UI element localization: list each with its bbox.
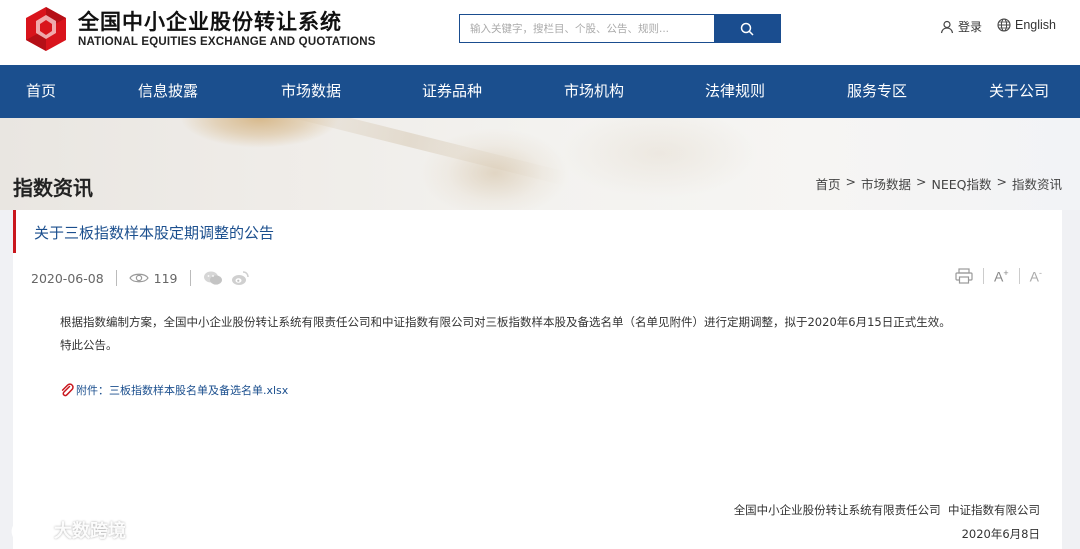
site-logo[interactable]: 全国中小企业股份转让系统 NATIONAL EQUITIES EXCHANGE … xyxy=(22,5,376,53)
meta-divider xyxy=(189,270,191,286)
watermark: 大数跨境 xyxy=(10,517,126,543)
breadcrumb-separator: > xyxy=(996,174,1007,189)
font-decrease-button[interactable]: A- xyxy=(1030,268,1042,285)
watermark-logo-icon xyxy=(11,521,43,538)
nav-item-securities[interactable]: 证券品种 xyxy=(422,65,482,118)
article-paragraph: 特此公告。 xyxy=(60,338,118,352)
site-header: 全国中小企业股份转让系统 NATIONAL EQUITIES EXCHANGE … xyxy=(0,0,1080,65)
meta-divider xyxy=(115,270,117,286)
logo-chinese-name: 全国中小企业股份转让系统 xyxy=(78,10,342,34)
nav-item-about[interactable]: 关于公司 xyxy=(989,65,1049,118)
font-decrease-label: A xyxy=(1029,268,1039,285)
search-icon xyxy=(740,22,754,36)
signature-date: 2020年6月8日 xyxy=(961,527,1040,541)
page-banner: 指数资讯 首页 > 市场数据 > NEEQ指数 > 指数资讯 xyxy=(0,118,1080,210)
article-body: 根据指数编制方案，全国中小企业股份转让系统有限责任公司和中证指数有限公司对三板指… xyxy=(60,311,951,357)
view-count: 119 xyxy=(153,270,178,286)
language-label: English xyxy=(1015,18,1056,32)
tools-divider xyxy=(983,268,985,285)
article-title: 关于三板指数样本股定期调整的公告 xyxy=(34,224,275,242)
article-tools: A+ A- xyxy=(955,268,1042,285)
banner-decoration xyxy=(420,128,570,210)
font-increase-label: A xyxy=(994,268,1004,285)
breadcrumb-current: 指数资讯 xyxy=(1011,177,1062,192)
user-icon xyxy=(940,20,954,33)
login-link[interactable]: 登录 xyxy=(940,18,982,35)
breadcrumb: 首页 > 市场数据 > NEEQ指数 > 指数资讯 xyxy=(816,174,1063,193)
article-date: 2020-06-08 xyxy=(31,270,104,286)
article-panel: 关于三板指数样本股定期调整的公告 2020-06-08 119 A+ A- 根据… xyxy=(13,210,1062,549)
nav-item-institutions[interactable]: 市场机构 xyxy=(564,65,624,118)
nav-item-home[interactable]: 首页 xyxy=(26,65,56,118)
search-box xyxy=(459,14,781,43)
logo-english-name: NATIONAL EQUITIES EXCHANGE AND QUOTATION… xyxy=(78,36,376,48)
login-label: 登录 xyxy=(958,20,983,34)
language-switch[interactable]: English xyxy=(997,18,1056,32)
breadcrumb-market-data[interactable]: 市场数据 xyxy=(861,174,911,193)
article-title-bar: 关于三板指数样本股定期调整的公告 xyxy=(13,210,1062,253)
watermark-text: 大数跨境 xyxy=(54,521,126,542)
nav-item-disclosure[interactable]: 信息披露 xyxy=(138,65,198,118)
nav-item-market-data[interactable]: 市场数据 xyxy=(281,65,341,118)
article-meta: 2020-06-08 119 xyxy=(31,270,249,286)
eye-icon xyxy=(128,273,149,283)
search-button[interactable] xyxy=(714,15,780,42)
nav-item-services[interactable]: 服务专区 xyxy=(847,65,907,118)
main-nav: 首页 信息披露 市场数据 证券品种 市场机构 法律规则 服务专区 关于公司 xyxy=(0,65,1080,118)
print-icon[interactable] xyxy=(955,268,973,284)
page-title: 指数资讯 xyxy=(13,176,93,200)
article-paragraph: 根据指数编制方案，全国中小企业股份转让系统有限责任公司和中证指数有限公司对三板指… xyxy=(60,315,951,329)
paperclip-icon xyxy=(61,383,74,397)
neeq-logo-icon xyxy=(26,7,66,51)
breadcrumb-home[interactable]: 首页 xyxy=(816,174,841,193)
attachment-label: 附件：三板指数样本股名单及备选名单.xlsx xyxy=(76,384,289,397)
banner-decoration xyxy=(560,118,760,198)
wechat-share-icon[interactable] xyxy=(203,270,223,286)
article-signature: 全国中小企业股份转让系统有限责任公司 中证指数有限公司 2020年6月8日 xyxy=(734,498,1040,546)
breadcrumb-neeq-index[interactable]: NEEQ指数 xyxy=(932,174,992,193)
attachment-link[interactable]: 附件：三板指数样本股名单及备选名单.xlsx xyxy=(60,382,288,398)
nav-item-rules[interactable]: 法律规则 xyxy=(705,65,765,118)
font-increase-button[interactable]: A+ xyxy=(994,268,1009,285)
font-decrease-sup: - xyxy=(1039,268,1042,278)
globe-icon xyxy=(997,18,1011,32)
search-input[interactable] xyxy=(460,15,714,42)
breadcrumb-separator: > xyxy=(916,174,927,189)
banner-decoration xyxy=(180,118,340,148)
font-increase-sup: + xyxy=(1003,268,1009,278)
breadcrumb-separator: > xyxy=(845,174,856,189)
weibo-share-icon[interactable] xyxy=(231,270,249,286)
tools-divider xyxy=(1018,268,1020,285)
signature-issuers: 全国中小企业股份转让系统有限责任公司 中证指数有限公司 xyxy=(733,503,1040,517)
